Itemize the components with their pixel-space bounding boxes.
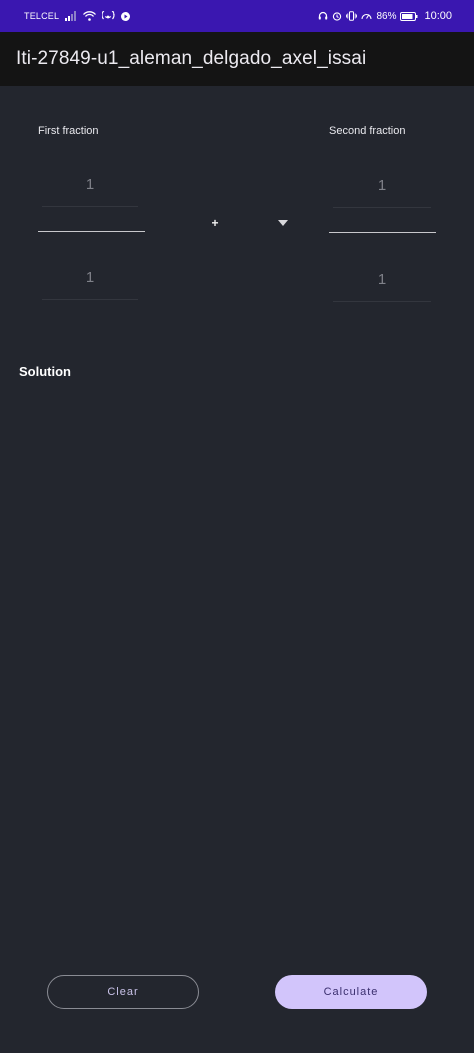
first-denominator-input[interactable]: 1: [42, 256, 138, 300]
clear-button[interactable]: Clear: [47, 975, 199, 1009]
app-title: Iti-27849-u1_aleman_delgado_axel_issai: [16, 48, 367, 69]
app-bar: Iti-27849-u1_aleman_delgado_axel_issai: [0, 32, 474, 86]
operator-dropdown-icon[interactable]: [275, 218, 291, 228]
status-right: 86% 10:00: [318, 10, 452, 22]
alarm-icon: [332, 11, 342, 21]
battery-percent: 86%: [376, 10, 397, 22]
speed-icon: [361, 11, 373, 21]
second-denominator-input[interactable]: 1: [333, 258, 431, 302]
headset-icon: [318, 11, 328, 21]
battery-icon: [400, 11, 418, 21]
status-left: TELCEL 1: [24, 11, 131, 21]
solution-heading: Solution: [19, 364, 71, 379]
wifi-icon: [83, 11, 97, 21]
operator-value[interactable]: +: [208, 216, 222, 232]
carrier-name: TELCEL: [24, 11, 60, 21]
play-icon: [121, 11, 131, 21]
svg-text:1: 1: [113, 11, 116, 16]
calculate-button[interactable]: Calculate: [275, 975, 427, 1009]
second-fraction-label: Second fraction: [329, 125, 406, 137]
first-numerator-input[interactable]: 1: [42, 163, 138, 207]
status-bar: TELCEL 1 86% 10:00: [0, 0, 474, 32]
first-fraction-label: First fraction: [38, 125, 99, 137]
first-fraction-bar: [38, 231, 145, 232]
signal-icon: [65, 11, 77, 21]
clock: 10:00: [424, 10, 452, 22]
second-fraction-bar: [329, 232, 436, 233]
vibrate-icon: [346, 11, 358, 21]
second-numerator-input[interactable]: 1: [333, 164, 431, 208]
hotspot-icon: 1: [102, 11, 115, 21]
